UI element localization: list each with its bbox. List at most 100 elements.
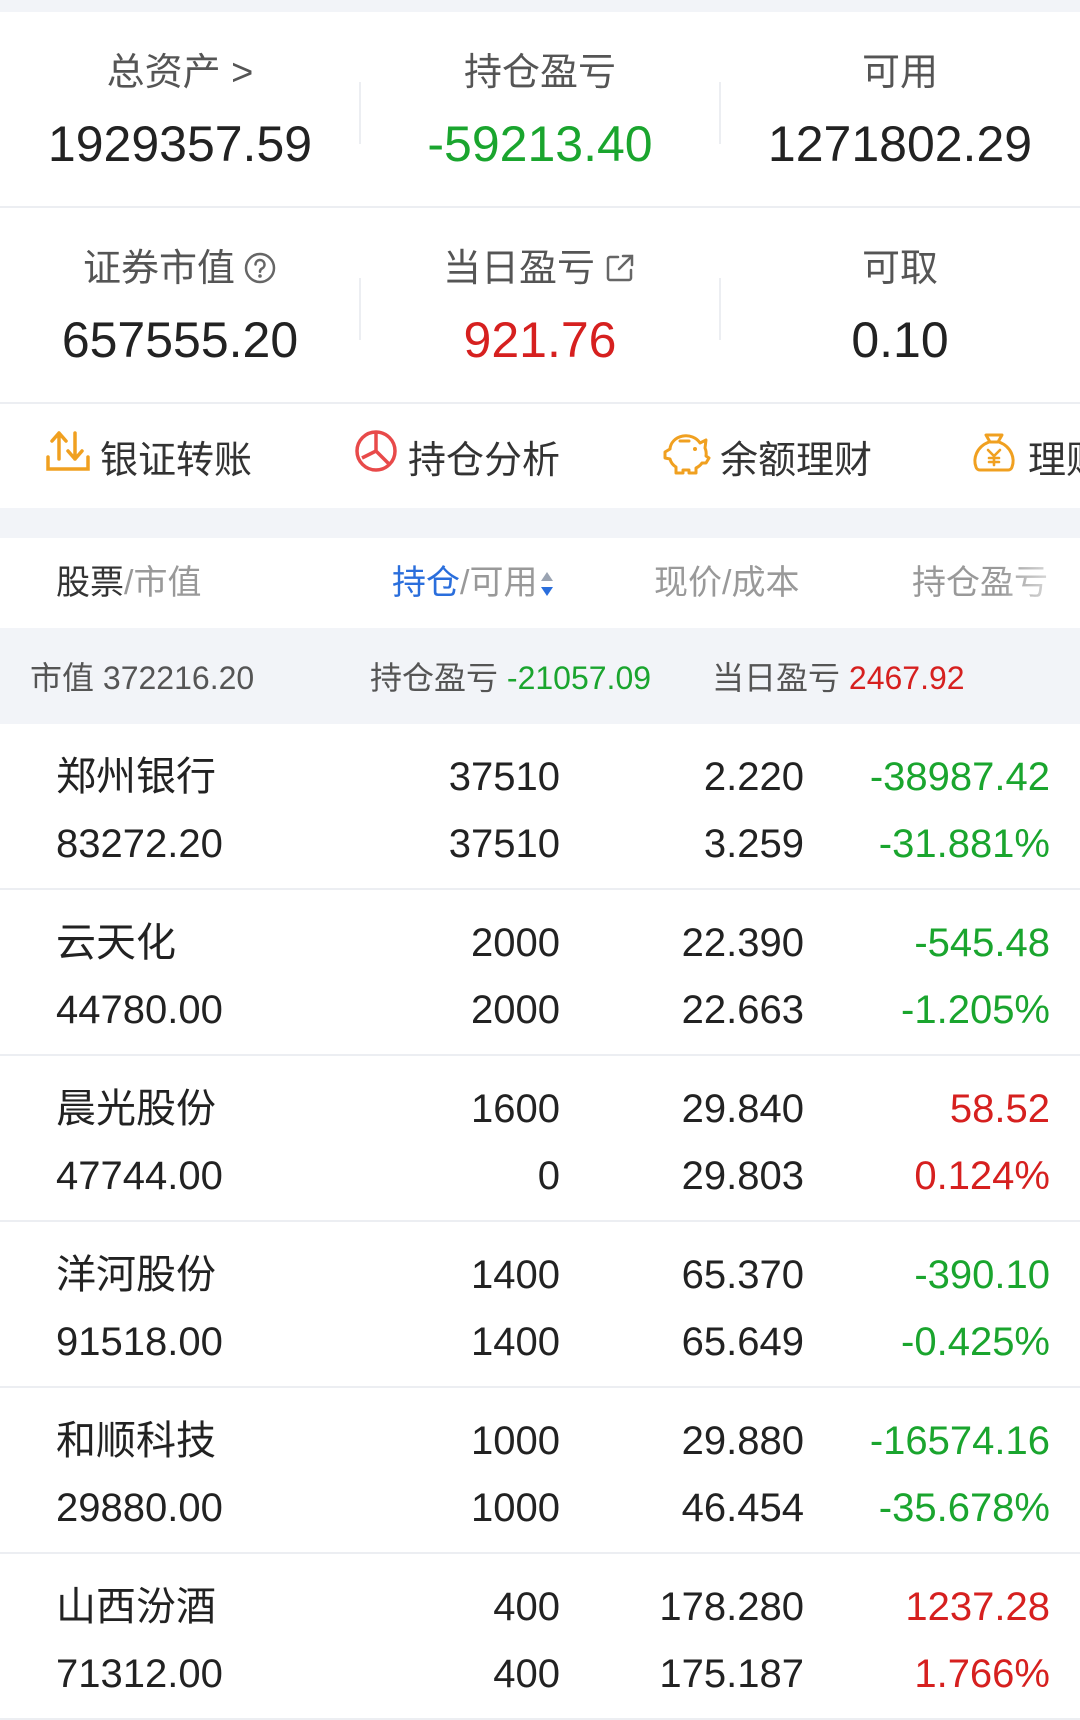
stock-market-value: 91518.00: [56, 1320, 223, 1364]
stock-available: 0: [537, 1154, 560, 1198]
stock-pl-pct: -35.678%: [878, 1486, 1050, 1530]
pie-chart-icon: [352, 427, 408, 485]
action-label: 余额理财: [720, 439, 873, 482]
daily-pl-label-wrap: 当日盈亏: [360, 246, 720, 296]
stock-pl: -38987.42: [869, 755, 1050, 799]
available-label: 可用: [861, 52, 938, 94]
bank-transfer-button[interactable]: 银证转账: [44, 428, 252, 484]
available-value: 1271802.29: [767, 116, 1033, 172]
stock-cost: 46.454: [681, 1486, 804, 1530]
sort-icon: [537, 564, 555, 602]
market-value-label: 证券市值: [82, 248, 235, 290]
position-analysis-button[interactable]: 持仓分析: [352, 428, 560, 484]
balance-finance-button[interactable]: 余额理财: [660, 428, 872, 484]
total-assets-value: 1929357.59: [47, 116, 313, 172]
table-header: 股票/市值 持仓/可用 现价/成本 持仓盈亏: [0, 538, 1080, 630]
holding-pl-value: -59213.40: [427, 116, 653, 172]
stock-available: 1000: [471, 1486, 560, 1530]
table-row[interactable]: 郑州银行 83272.20 37510 37510 2.220 3.259 -3…: [0, 724, 1080, 890]
action-label: 银证转账: [100, 439, 253, 482]
stock-position: 2000: [471, 921, 560, 965]
stock-pl-pct: -1.205%: [901, 988, 1050, 1032]
group-summary-bar: 市值 372216.20 持仓盈亏 -21057.09 当日盈亏 2467.92: [0, 628, 1080, 724]
stock-pl: 58.52: [949, 1087, 1050, 1131]
stock-cost: 22.663: [681, 988, 804, 1032]
stock-list: 郑州银行 83272.20 37510 37510 2.220 3.259 -3…: [0, 724, 1080, 1720]
stock-price: 22.390: [681, 921, 804, 965]
col-stock-header[interactable]: 股票/市值: [56, 560, 201, 606]
daily-pl-cell: 当日盈亏 921.76: [360, 208, 720, 402]
account-summary: 总资产 > 1929357.59 持仓盈亏 -59213.40 可用 12718…: [0, 12, 1080, 404]
stock-cost: 3.259: [703, 822, 804, 866]
stock-pl-pct: 0.124%: [914, 1154, 1050, 1198]
stock-position: 400: [493, 1585, 560, 1629]
stock-name: 郑州银行: [56, 755, 216, 799]
stock-market-value: 71312.00: [56, 1652, 223, 1696]
stock-price: 29.840: [681, 1087, 804, 1131]
finance-button[interactable]: 理财: [968, 428, 1080, 484]
stock-price: 29.880: [681, 1419, 804, 1463]
help-icon[interactable]: [243, 250, 277, 296]
table-row[interactable]: 和顺科技 29880.00 1000 1000 29.880 46.454 -1…: [0, 1388, 1080, 1554]
stock-available: 2000: [471, 988, 560, 1032]
market-value-value: 657555.20: [61, 312, 299, 368]
header-fade: [1000, 538, 1080, 628]
action-label: 理财: [1028, 439, 1080, 482]
withdrawable-label: 可取: [861, 248, 938, 290]
stock-cost: 29.803: [681, 1154, 804, 1198]
summary-row-2: 证券市值 657555.20 当日盈亏 921.76 可取 0.10: [0, 208, 1080, 404]
piggy-bank-icon: [660, 427, 720, 485]
stock-available: 37510: [448, 822, 560, 866]
withdrawable-value: 0.10: [851, 312, 949, 368]
daily-pl-value: 921.76: [463, 312, 617, 368]
money-bag-icon: [968, 425, 1028, 487]
stock-market-value: 83272.20: [56, 822, 223, 866]
external-link-icon[interactable]: [603, 250, 637, 296]
total-assets-cell[interactable]: 总资产 > 1929357.59: [0, 12, 360, 206]
action-label: 持仓分析: [408, 439, 561, 482]
stock-price: 2.220: [703, 755, 804, 799]
section-gap: [0, 508, 1080, 538]
available-cell: 可用 1271802.29: [720, 12, 1080, 206]
stock-price: 65.370: [681, 1253, 804, 1297]
table-row[interactable]: 云天化 44780.00 2000 2000 22.390 22.663 -54…: [0, 890, 1080, 1056]
stock-name: 山西汾酒: [56, 1585, 216, 1629]
holding-pl-cell: 持仓盈亏 -59213.40: [360, 12, 720, 206]
table-row[interactable]: 洋河股份 91518.00 1400 1400 65.370 65.649 -3…: [0, 1222, 1080, 1388]
stock-pl-pct: 1.766%: [914, 1652, 1050, 1696]
stock-name: 云天化: [56, 921, 176, 965]
table-row[interactable]: 山西汾酒 71312.00 400 400 178.280 175.187 12…: [0, 1554, 1080, 1720]
stock-market-value: 47744.00: [56, 1154, 223, 1198]
group-daily-pl: 当日盈亏 2467.92: [712, 660, 965, 696]
quick-actions: 银证转账 持仓分析 余额理财 理财: [0, 400, 1080, 508]
stock-pl: -390.10: [914, 1253, 1050, 1297]
stock-position: 1000: [471, 1419, 560, 1463]
col-price-header[interactable]: 现价/成本: [654, 560, 799, 606]
stock-pl: 1237.28: [905, 1585, 1050, 1629]
stock-name: 洋河股份: [56, 1253, 216, 1297]
stock-name: 和顺科技: [56, 1419, 216, 1463]
stock-available: 400: [493, 1652, 560, 1696]
stock-available: 1400: [471, 1320, 560, 1364]
stock-position: 1400: [471, 1253, 560, 1297]
stock-pl: -16574.16: [869, 1419, 1050, 1463]
summary-row-1: 总资产 > 1929357.59 持仓盈亏 -59213.40 可用 12718…: [0, 12, 1080, 208]
stock-market-value: 29880.00: [56, 1486, 223, 1530]
stock-name: 晨光股份: [56, 1087, 216, 1131]
top-strip: [0, 0, 1080, 12]
market-value-label-wrap: 证券市值: [0, 246, 360, 296]
stock-position: 1600: [471, 1087, 560, 1131]
daily-pl-label: 当日盈亏: [442, 248, 595, 290]
stock-price: 178.280: [659, 1585, 804, 1629]
table-row[interactable]: 晨光股份 47744.00 1600 0 29.840 29.803 58.52…: [0, 1056, 1080, 1222]
stock-cost: 175.187: [659, 1652, 804, 1696]
col-position-header[interactable]: 持仓/可用: [392, 560, 555, 606]
total-assets-label: 总资产 >: [106, 52, 254, 94]
market-value-cell: 证券市值 657555.20: [0, 208, 360, 402]
stock-market-value: 44780.00: [56, 988, 223, 1032]
withdrawable-cell: 可取 0.10: [720, 208, 1080, 402]
stock-pl-pct: -0.425%: [901, 1320, 1050, 1364]
stock-position: 37510: [448, 755, 560, 799]
stock-pl-pct: -31.881%: [878, 822, 1050, 866]
stock-pl: -545.48: [914, 921, 1050, 965]
